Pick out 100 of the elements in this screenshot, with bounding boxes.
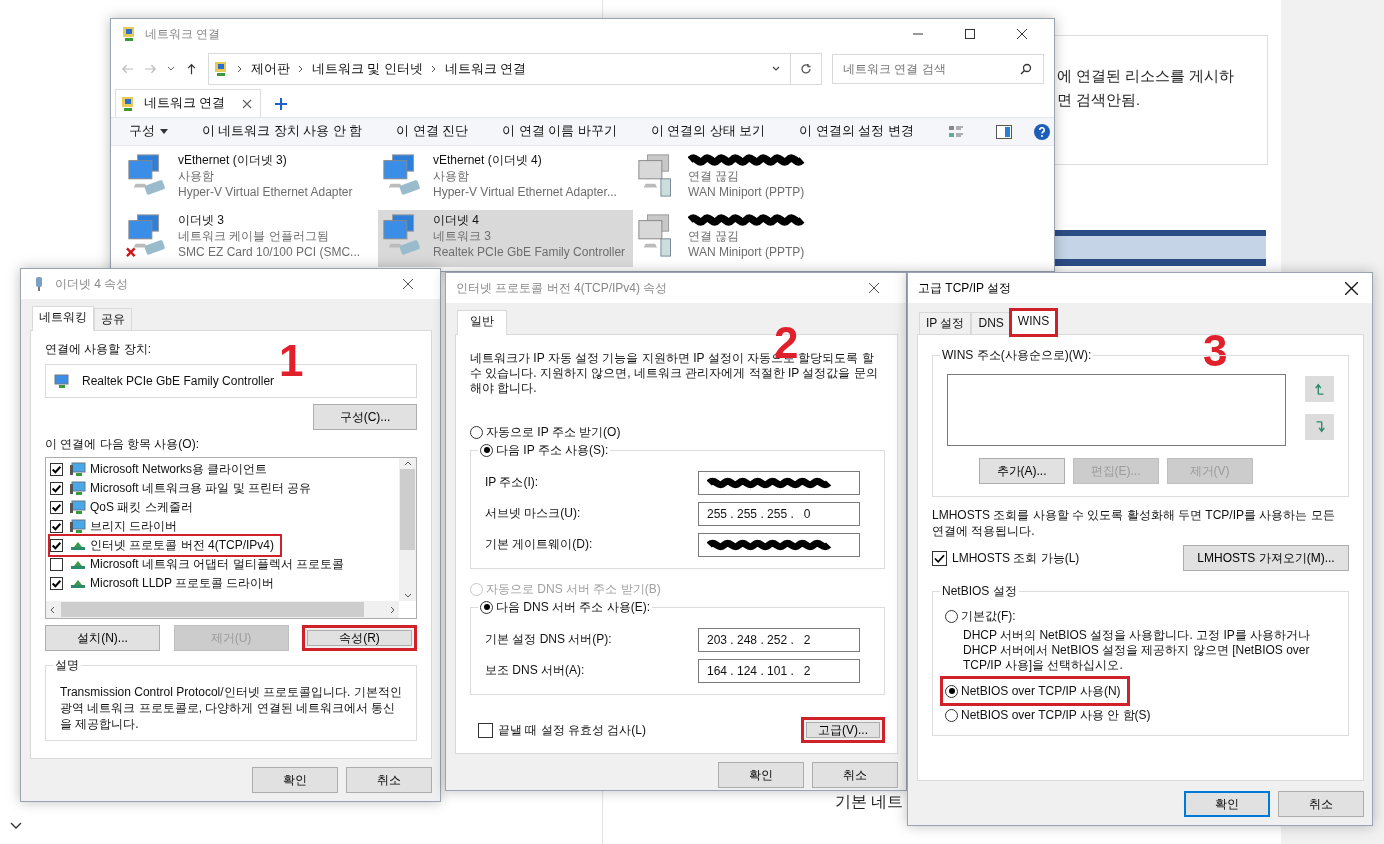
connection-item[interactable]: 연결 끊김 WAN Miniport (PPTP) <box>633 210 888 267</box>
ip-address-field[interactable]: 203 . 248 . 252 . 2 <box>698 627 860 652</box>
advanced-button[interactable]: 고급(V)... <box>801 717 885 743</box>
scroll-down-icon[interactable] <box>403 593 412 598</box>
tab[interactable]: 일반 <box>457 310 507 335</box>
list-item[interactable]: Microsoft LLDP 프로토콜 드라이버 <box>50 574 281 593</box>
explorer-tab[interactable]: 네트워크 연결 <box>115 89 261 117</box>
scroll-left-icon[interactable] <box>50 605 55 614</box>
checkbox[interactable] <box>50 482 63 495</box>
connection-status: 사용함 <box>178 168 215 184</box>
radio-button[interactable] <box>480 443 493 457</box>
list-item[interactable]: 브리지 드라이버 <box>50 517 184 536</box>
list-item[interactable]: 인터넷 프로토콜 버전 4(TCP/IPv4) <box>50 536 280 555</box>
close-icon[interactable] <box>1345 281 1358 295</box>
close-icon[interactable] <box>869 283 879 293</box>
move-up-button[interactable] <box>1305 376 1334 402</box>
dropdown-caret-icon[interactable] <box>772 66 780 72</box>
connection-name: 이더넷 3 <box>178 212 225 228</box>
add-tab-icon[interactable] <box>275 98 287 110</box>
checkbox[interactable] <box>50 558 63 571</box>
wins-address-list[interactable] <box>947 374 1286 446</box>
preview-pane-icon[interactable] <box>995 123 1012 140</box>
checkbox[interactable] <box>50 520 63 533</box>
breadcrumb-item[interactable]: 제어판 <box>251 60 290 78</box>
scroll-up-icon[interactable] <box>403 461 412 466</box>
dialog-button[interactable]: 추가(A)... <box>978 458 1065 484</box>
maximize-icon[interactable] <box>965 29 975 39</box>
option-description: DHCP 서버의 NetBIOS 설정을 사용합니다. 고정 IP를 사용하거나 DHCP 서버에서 NetBIOS 설정을 제공하지 않으면 [NetBIOS over TCP/IP 사용]을 선택하십시오. <box>963 628 1312 673</box>
tab[interactable]: 공유 <box>94 308 132 330</box>
tab[interactable]: WINS <box>1010 310 1057 335</box>
search-field[interactable]: 네트워크 연결 검색 <box>832 54 1044 84</box>
dialog-button[interactable]: 취소 <box>346 767 432 793</box>
breadcrumb-item[interactable]: 네트워크 및 인터넷 <box>312 60 423 78</box>
connection-item[interactable]: vEthernet (이더넷 4) 사용함 Hyper-V Virtual Ethernet Adapter... <box>378 150 633 207</box>
dialog-button[interactable]: 취소 <box>812 762 898 788</box>
ip-address-field[interactable]: 255 . 255 . 255 . 0 <box>698 501 860 526</box>
dialog-button[interactable]: 확인 <box>1184 791 1270 817</box>
up-arrow-icon[interactable] <box>185 63 198 75</box>
radio-button[interactable] <box>945 708 958 722</box>
dialog-button[interactable]: 확인 <box>252 767 338 793</box>
connection-item[interactable]: 연결 끊김 WAN Miniport (PPTP) <box>633 150 888 207</box>
list-item[interactable]: QoS 패킷 스케줄러 <box>50 498 199 517</box>
view-options-icon[interactable] <box>947 123 964 140</box>
toolbar-button[interactable]: 이 연결 진단 <box>396 123 469 140</box>
network-protocol-icon <box>70 559 86 570</box>
move-down-button[interactable] <box>1305 414 1334 440</box>
tab[interactable]: IP 설정 <box>919 312 972 334</box>
list-item[interactable]: Microsoft 네트워크 어댑터 멀티플렉서 프로토콜 <box>50 555 350 574</box>
dialog-button[interactable]: 취소 <box>1278 791 1364 817</box>
radio-button[interactable] <box>945 609 958 623</box>
list-item[interactable]: Microsoft 네트워크용 파일 및 프린터 공유 <box>50 479 318 498</box>
tab[interactable]: DNS <box>971 312 1011 334</box>
list-item[interactable]: Microsoft Networks용 클라이언트 <box>50 460 274 479</box>
close-icon[interactable] <box>1017 29 1027 39</box>
ip-address-field[interactable] <box>698 470 860 495</box>
close-icon[interactable] <box>403 279 413 289</box>
configure-button[interactable]: 구성(C)... <box>313 404 417 430</box>
checkbox-option[interactable]: 끝낼 때 설정 유효성 검사(L) <box>478 721 646 739</box>
chevron-down-icon[interactable] <box>10 822 22 830</box>
checkbox[interactable] <box>478 722 493 738</box>
dialog-button[interactable]: 확인 <box>718 762 804 788</box>
import-lmhosts-button[interactable]: LMHOSTS 가져오기(M)... <box>1183 545 1349 571</box>
refresh-button[interactable] <box>790 53 822 85</box>
radio-option[interactable]: NetBIOS over TCP/IP 사용(N) <box>943 679 1127 703</box>
checkbox[interactable] <box>50 463 63 476</box>
ip-address-field[interactable] <box>698 532 860 557</box>
tab[interactable]: 네트워킹 <box>32 306 94 331</box>
help-icon[interactable] <box>1033 123 1050 140</box>
radio-option[interactable]: NetBIOS over TCP/IP 사용 안 함(S) <box>943 703 1157 727</box>
scroll-right-icon[interactable] <box>390 605 395 614</box>
ip-address-field[interactable]: 164 . 124 . 101 . 2 <box>698 658 860 683</box>
toolbar-button[interactable]: 구성 <box>129 123 168 140</box>
caret-icon[interactable] <box>167 66 175 72</box>
radio-button[interactable] <box>470 425 483 439</box>
checkbox[interactable] <box>932 550 947 566</box>
radio-button[interactable] <box>480 600 493 614</box>
connection-item[interactable]: 이더넷 4 네트워크 3 Realtek PCIe GbE Family Controller <box>378 210 633 267</box>
vertical-scrollbar[interactable] <box>399 458 416 601</box>
toolbar-button[interactable]: 이 연결의 상태 보기 <box>650 123 766 140</box>
dialog-button[interactable]: 속성(R) <box>302 625 417 651</box>
checkbox-option[interactable]: LMHOSTS 조회 가능(L) <box>932 549 1080 567</box>
checkbox[interactable] <box>50 577 63 590</box>
connection-item[interactable]: 이더넷 3 네트워크 케이블 언플러그됨 SMC EZ Card 10/100 PCI (SMC... <box>123 210 378 267</box>
address-bar[interactable]: 제어판 네트워크 및 인터넷 네트워크 연결 <box>208 53 791 85</box>
window-title: 인터넷 프로토콜 버전 4(TCP/IPv4) 속성 <box>456 279 668 297</box>
horizontal-scrollbar[interactable] <box>46 601 399 618</box>
radio-option[interactable]: 기본값(F): <box>943 604 1022 628</box>
checkbox[interactable] <box>50 501 63 514</box>
dialog-button[interactable]: 설치(N)... <box>45 625 160 651</box>
network-folder-icon <box>121 26 137 42</box>
toolbar-button[interactable]: 이 연결 이름 바꾸기 <box>502 123 617 140</box>
toolbar-button[interactable]: 이 연결의 설정 변경 <box>799 123 914 140</box>
toolbar-button[interactable]: 이 네트워크 장치 사용 안 함 <box>202 123 363 140</box>
connection-item[interactable]: vEthernet (이더넷 3) 사용함 Hyper-V Virtual Ethernet Adapter <box>123 150 378 207</box>
page-heading: 기본 네트 <box>835 792 904 812</box>
refresh-icon <box>800 63 812 75</box>
radio-button[interactable] <box>945 684 958 698</box>
breadcrumb-item[interactable]: 네트워크 연결 <box>444 60 527 78</box>
checkbox[interactable] <box>50 539 63 552</box>
radio-option[interactable]: 자동으로 IP 주소 받기(O) <box>470 422 885 442</box>
